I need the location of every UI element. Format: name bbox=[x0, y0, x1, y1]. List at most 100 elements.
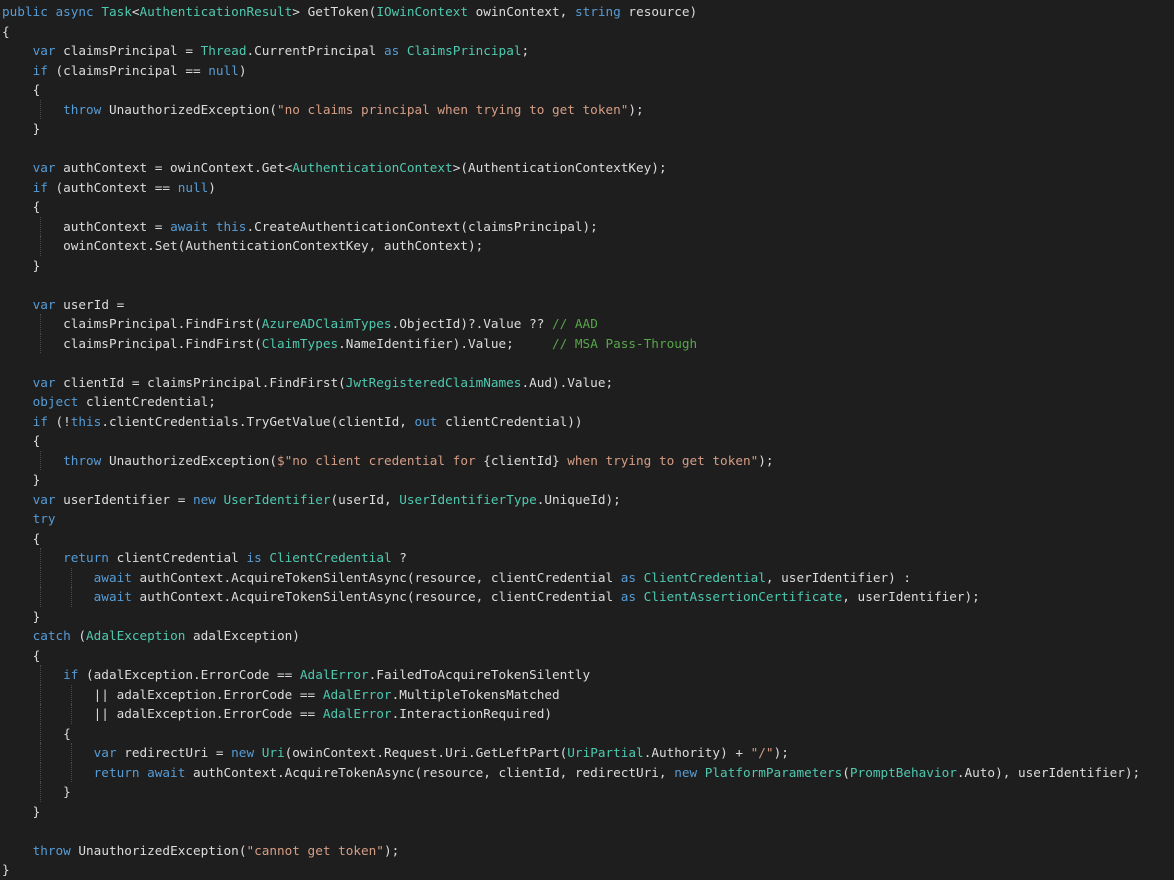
code-line: } bbox=[0, 782, 1174, 802]
code-token: UnauthorizedException( bbox=[101, 101, 277, 117]
code-token: PlatformParameters bbox=[704, 764, 843, 780]
code-token: owinContext, bbox=[468, 4, 575, 19]
code-line: { bbox=[0, 723, 1174, 743]
code-token: || adalException.ErrorCode == bbox=[93, 706, 323, 721]
code-editor[interactable]: public async Task<AuthenticationResult> … bbox=[0, 0, 1174, 877]
indent-guide bbox=[70, 684, 72, 704]
code-line: } bbox=[0, 802, 1174, 822]
code-line: public async Task<AuthenticationResult> … bbox=[0, 2, 1174, 22]
indent-guide bbox=[40, 567, 42, 587]
code-token: await bbox=[93, 569, 132, 585]
code-token: when trying to get token" bbox=[559, 452, 759, 468]
code-token: || adalException.ErrorCode == bbox=[93, 686, 323, 702]
code-token: await this bbox=[170, 218, 247, 234]
code-token: await bbox=[93, 589, 132, 604]
code-token: $"no client credential for bbox=[277, 452, 484, 468]
code-token: UserIdentifier bbox=[223, 491, 331, 507]
code-token: owinContext.Set(AuthenticationContextKey… bbox=[63, 238, 484, 253]
code-line: claimsPrincipal.FindFirst(ClaimTypes.Nam… bbox=[0, 333, 1174, 353]
code-token: authContext = bbox=[63, 218, 171, 234]
code-token: } bbox=[32, 121, 41, 136]
code-token: ); bbox=[758, 452, 774, 468]
code-line: var userId = bbox=[0, 295, 1174, 315]
code-token: AdalError bbox=[322, 706, 392, 721]
code-line: var redirectUri = new Uri(owinContext.Re… bbox=[0, 743, 1174, 763]
code-line: if (authContext == null) bbox=[0, 178, 1174, 198]
code-token: { bbox=[32, 199, 41, 214]
code-token: userIdentifier = bbox=[55, 491, 193, 507]
code-token: { bbox=[2, 23, 10, 39]
code-line: var authContext = owinContext.Get<Authen… bbox=[0, 158, 1174, 178]
code-token: var bbox=[32, 43, 56, 58]
code-token: .Authority) + bbox=[643, 745, 751, 760]
code-token: < bbox=[131, 4, 140, 19]
code-line: catch (AdalException adalException) bbox=[0, 626, 1174, 646]
indent-guide bbox=[40, 723, 42, 743]
indent-guide bbox=[40, 99, 42, 119]
code-token: resource) bbox=[620, 4, 698, 19]
code-token: .CreateAuthenticationContext(claimsPrinc… bbox=[246, 218, 598, 234]
code-line: await authContext.AcquireTokenSilentAsyn… bbox=[0, 567, 1174, 587]
code-token: { bbox=[32, 82, 41, 97]
code-token: Task bbox=[101, 4, 132, 19]
code-token: (claimsPrincipal == bbox=[47, 62, 209, 78]
code-line: return clientCredential is ClientCredent… bbox=[0, 548, 1174, 568]
code-line: } bbox=[0, 256, 1174, 276]
indent-guide bbox=[40, 665, 42, 685]
code-token: .NameIdentifier).Value; bbox=[338, 335, 552, 351]
code-token: } bbox=[32, 608, 41, 624]
code-token: { bbox=[32, 530, 41, 546]
code-line: if (adalException.ErrorCode == AdalError… bbox=[0, 665, 1174, 685]
code-token: Thread bbox=[200, 43, 247, 58]
code-token: .UniqueId); bbox=[536, 491, 621, 507]
code-token: new bbox=[231, 745, 255, 760]
indent-guide bbox=[70, 704, 72, 724]
indent-guide bbox=[40, 704, 42, 724]
code-token: as bbox=[620, 589, 637, 604]
code-token: .clientCredentials.TryGetValue(clientId, bbox=[101, 413, 415, 429]
code-line: var userIdentifier = new UserIdentifier(… bbox=[0, 490, 1174, 510]
code-token: authContext.AcquireTokenAsync(resource, … bbox=[185, 764, 675, 780]
code-token: clientCredential; bbox=[78, 394, 216, 409]
code-token: claimsPrincipal.FindFirst( bbox=[63, 316, 262, 331]
code-token: authContext = owinContext.Get< bbox=[55, 160, 293, 175]
code-token: (owinContext.Request.Uri.GetLeftPart( bbox=[284, 745, 568, 760]
code-line: } bbox=[0, 860, 1174, 880]
code-token: .CurrentPrincipal bbox=[246, 43, 384, 58]
code-token: // AAD bbox=[552, 316, 598, 331]
code-token: throw bbox=[63, 101, 102, 117]
code-line: authContext = await this.CreateAuthentic… bbox=[0, 216, 1174, 236]
indent-guide bbox=[40, 450, 42, 470]
code-line: { bbox=[0, 529, 1174, 549]
code-token: AzureADClaimTypes bbox=[261, 316, 392, 331]
code-token: ) bbox=[208, 179, 216, 195]
code-line: object clientCredential; bbox=[0, 392, 1174, 412]
code-token: .Aud).Value; bbox=[521, 374, 614, 390]
code-token: clientId = claimsPrincipal.FindFirst( bbox=[55, 374, 346, 390]
code-line: { bbox=[0, 22, 1174, 42]
code-line: var claimsPrincipal = Thread.CurrentPrin… bbox=[0, 41, 1174, 61]
code-token: { bbox=[32, 433, 41, 448]
code-token: authContext.AcquireTokenSilentAsync(reso… bbox=[131, 589, 621, 604]
code-line: throw UnauthorizedException("no claims p… bbox=[0, 99, 1174, 119]
code-token: ClientCredential bbox=[643, 569, 766, 585]
code-token: authContext.AcquireTokenSilentAsync(reso… bbox=[131, 569, 621, 585]
code-token: adalException) bbox=[185, 628, 300, 643]
code-line: try bbox=[0, 509, 1174, 529]
